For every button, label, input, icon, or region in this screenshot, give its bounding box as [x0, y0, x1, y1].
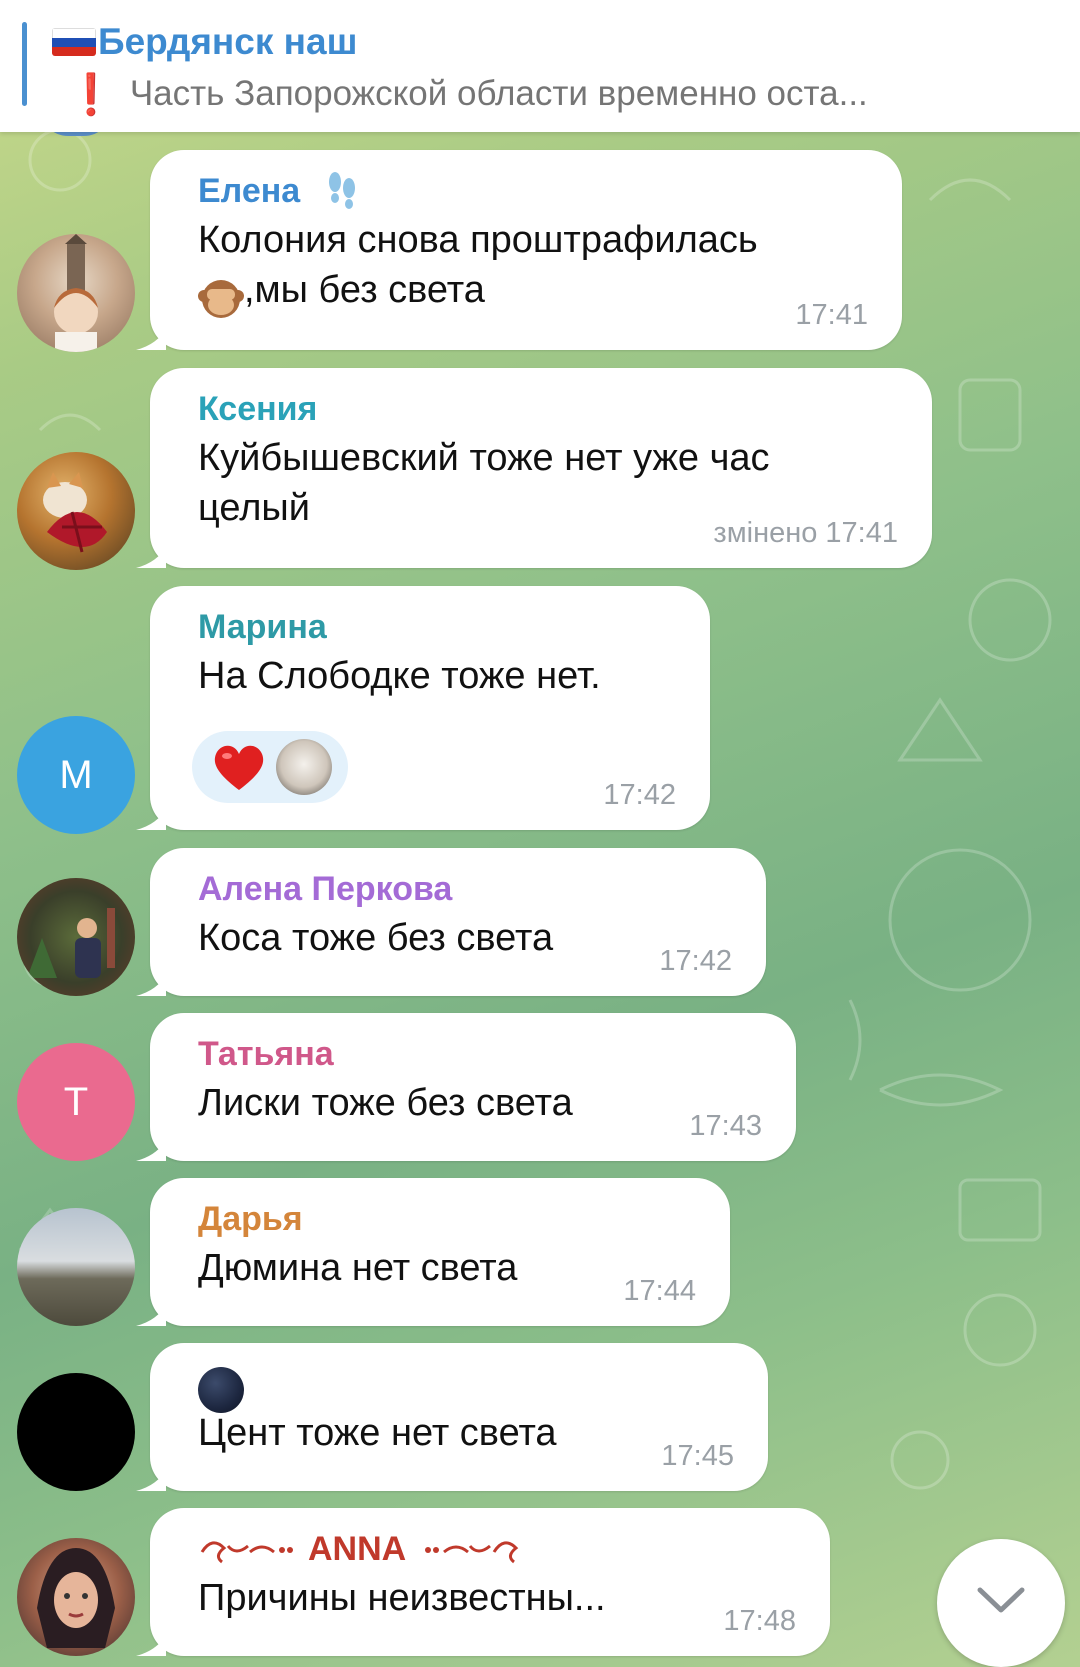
- message-item: Елена Колония снова проштрафилась ,мы бе…: [0, 150, 1080, 352]
- message-text: Цент тоже нет света: [198, 1412, 557, 1454]
- message-item: Ксения Куйбышевский тоже нет уже час цел…: [0, 368, 1080, 570]
- bubble-tail: [136, 1304, 166, 1326]
- pinned-title: Бердянск наш: [98, 21, 358, 62]
- message-time: змінено 17:41: [713, 517, 898, 549]
- message-time: 17:41: [795, 299, 868, 331]
- message-time: 17:43: [689, 1110, 762, 1142]
- message-time: 17:45: [661, 1440, 734, 1472]
- message-text: Лиски тоже без света: [198, 1082, 573, 1124]
- message-text: целый: [198, 487, 310, 529]
- reaction-pill[interactable]: [192, 731, 348, 803]
- cat-avatar: [276, 739, 332, 795]
- message-bubble[interactable]: Татьяна Лиски тоже без света 17:43: [136, 1013, 796, 1161]
- footprints-icon: [325, 170, 359, 217]
- message-item: Дарья Дюмина нет света 17:44: [0, 1178, 1080, 1326]
- message-bubble[interactable]: Елена Колония снова проштрафилась ,мы бе…: [136, 150, 902, 350]
- russia-flag-icon: [52, 28, 96, 56]
- message-time: 17:42: [603, 779, 676, 811]
- sender-name[interactable]: Дарья: [198, 1200, 303, 1239]
- message-bubble[interactable]: Марина На Слободке тоже нет. 17:42: [136, 586, 710, 830]
- message-text: Колония снова проштрафилась: [198, 219, 758, 261]
- message-bubble[interactable]: Алена Перкова Коса тоже без света 17:42: [136, 848, 766, 996]
- message-bubble[interactable]: Ксения Куйбышевский тоже нет уже час цел…: [136, 368, 932, 568]
- message-text: Причины неизвестны...: [198, 1577, 606, 1619]
- message-text: На Слободке тоже нет.: [198, 655, 601, 697]
- bubble-tail: [136, 808, 166, 830]
- exclamation-icon: ❗: [66, 72, 116, 117]
- avatar[interactable]: [17, 1373, 135, 1491]
- avatar[interactable]: [17, 1208, 135, 1326]
- message-text: Куйбышевский тоже нет уже час: [198, 437, 770, 479]
- message-item: Цент тоже нет света 17:45: [0, 1343, 1080, 1491]
- pinned-indicator: [22, 22, 27, 106]
- bubble-tail: [136, 546, 166, 568]
- message-item: ANNA Причины неизвестны... 17:48: [0, 1508, 1080, 1656]
- pinned-subtitle: Часть Запорожской области временно оста.…: [129, 74, 868, 113]
- message-time: 17:44: [623, 1275, 696, 1307]
- message-time: 17:42: [659, 945, 732, 977]
- avatar[interactable]: [17, 234, 135, 352]
- scroll-to-bottom-button[interactable]: [937, 1539, 1065, 1667]
- chevron-down-icon: [976, 1586, 1026, 1621]
- avatar[interactable]: М: [17, 716, 135, 834]
- avatar[interactable]: Т: [17, 1043, 135, 1161]
- pinned-message-bar[interactable]: Бердянск наш ❗ Часть Запорожской области…: [0, 0, 1080, 132]
- message-text: ,мы без света: [244, 269, 485, 311]
- message-item: М Марина На Слободке тоже нет. 17:42: [0, 586, 1080, 834]
- bubble-tail: [136, 328, 166, 350]
- message-bubble[interactable]: ANNA Причины неизвестны... 17:48: [136, 1508, 830, 1656]
- bubble-tail: [136, 1139, 166, 1161]
- sender-name[interactable]: Марина: [198, 608, 327, 647]
- message-time: 17:48: [723, 1605, 796, 1637]
- avatar[interactable]: [17, 878, 135, 996]
- ornament-right-icon: [422, 1532, 522, 1577]
- avatar-letter: Т: [63, 1079, 89, 1124]
- bubble-tail: [136, 1634, 166, 1656]
- sender-name[interactable]: Елена: [198, 172, 300, 211]
- message-text: Дюмина нет света: [198, 1247, 518, 1289]
- message-item: Т Татьяна Лиски тоже без света 17:43: [0, 1013, 1080, 1161]
- message-item: Алена Перкова Коса тоже без света 17:42: [0, 848, 1080, 996]
- heart-icon: [212, 742, 266, 792]
- avatar-letter: М: [59, 752, 93, 797]
- ornament-left-icon: [198, 1532, 298, 1577]
- sender-name[interactable]: Алена Перкова: [198, 870, 452, 909]
- sender-name[interactable]: Татьяна: [198, 1035, 334, 1074]
- avatar[interactable]: [17, 452, 135, 570]
- message-bubble[interactable]: Дарья Дюмина нет света 17:44: [136, 1178, 730, 1326]
- message-bubble[interactable]: Цент тоже нет света 17:45: [136, 1343, 768, 1491]
- message-text: Коса тоже без света: [198, 917, 554, 959]
- avatar[interactable]: [17, 1538, 135, 1656]
- bubble-tail: [136, 1469, 166, 1491]
- sender-name[interactable]: ANNA: [308, 1530, 406, 1569]
- see-no-evil-monkey-icon: [198, 274, 244, 325]
- bubble-tail: [136, 974, 166, 996]
- sender-name[interactable]: Ксения: [198, 390, 317, 429]
